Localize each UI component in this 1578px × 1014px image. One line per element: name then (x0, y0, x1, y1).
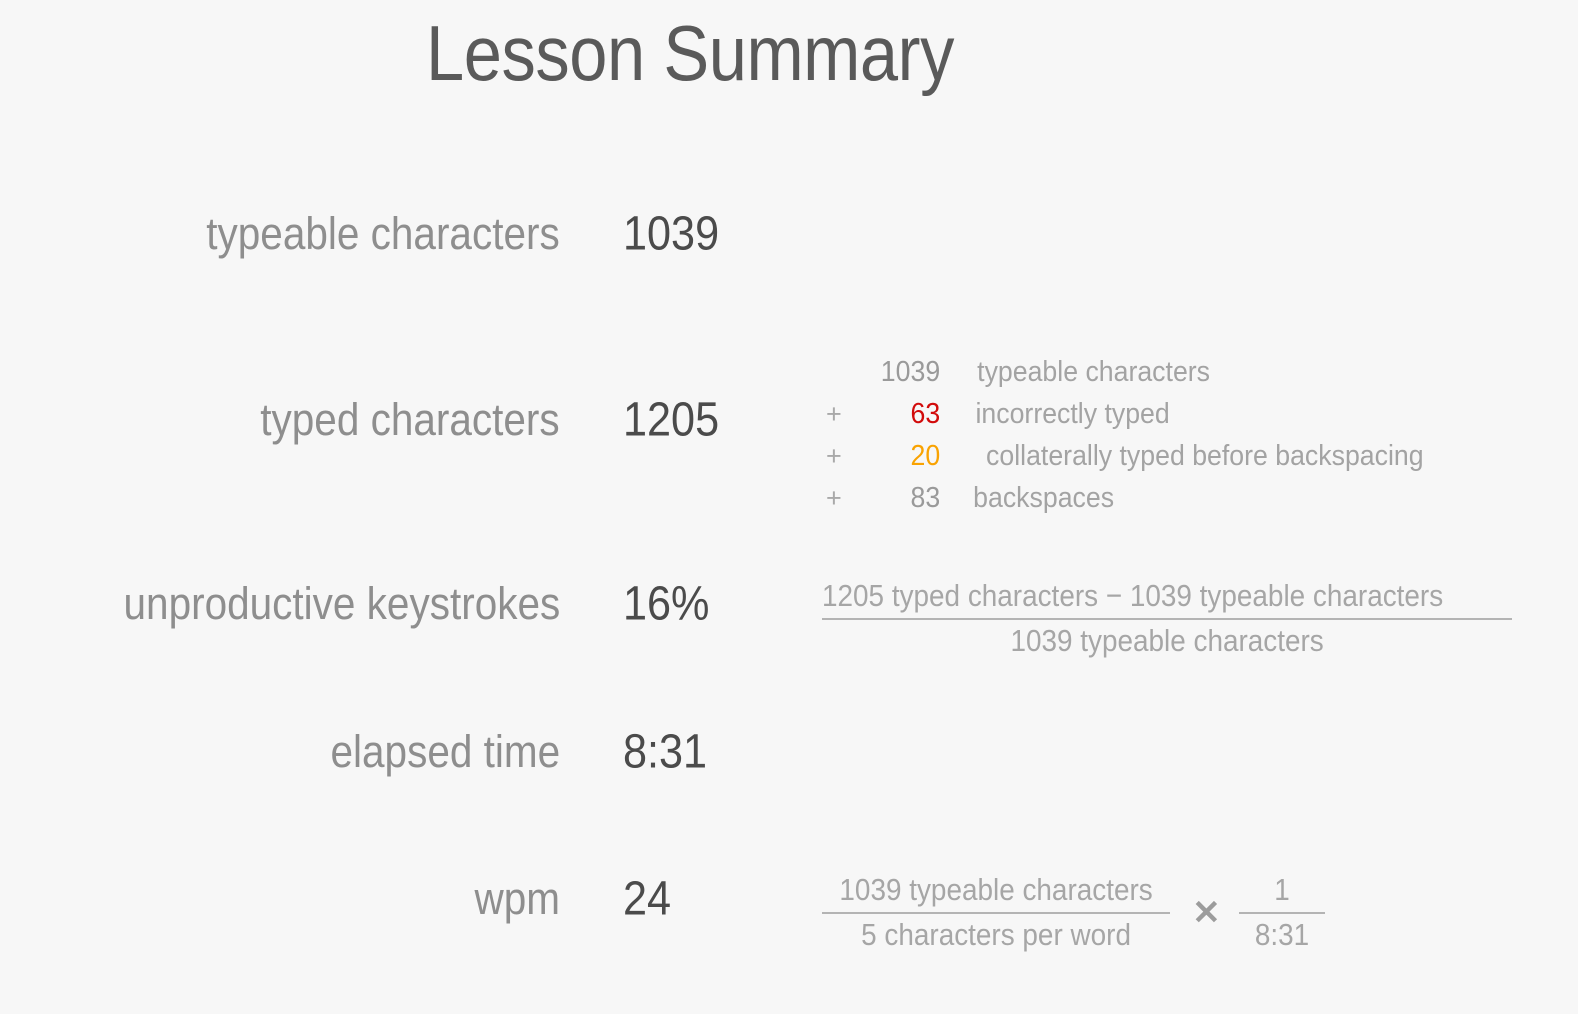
fraction-numerator: 1205 typed characters − 1039 typeable ch… (822, 578, 1444, 613)
breakdown-number: 63 (910, 398, 941, 430)
stat-label: wpm (474, 873, 560, 924)
stat-value: 24 (623, 872, 672, 926)
fraction-denominator: 1039 typeable characters (1010, 623, 1324, 658)
fraction-denominator: 8:31 (1254, 917, 1309, 952)
breakdown-operator: + (826, 441, 842, 471)
breakdown-label: incorrectly typed (975, 398, 1170, 430)
breakdown-number: 83 (910, 482, 941, 514)
wpm-formula: 1039 typeable characters 5 characters pe… (822, 872, 1325, 953)
wpm-characters-fraction: 1039 typeable characters 5 characters pe… (822, 872, 1171, 953)
stat-label: typed characters (260, 394, 560, 445)
breakdown-label: collaterally typed before backspacing (986, 440, 1424, 472)
stat-value: 1039 (623, 207, 720, 261)
unproductive-keystrokes-formula: 1205 typed characters − 1039 typeable ch… (822, 578, 1513, 659)
fraction-bar (822, 912, 1171, 914)
stat-value: 1205 (623, 393, 720, 447)
wpm-time-fraction: 1 8:31 (1238, 872, 1325, 953)
breakdown-row: + 83 backspaces (826, 482, 1466, 524)
fraction-bar (1238, 912, 1325, 914)
breakdown-row: + 63 incorrectly typed (826, 398, 1466, 440)
stat-value: 8:31 (623, 725, 708, 779)
breakdown-label: backspaces (973, 482, 1115, 514)
stat-label: typeable characters (206, 208, 560, 259)
breakdown-number: 20 (910, 440, 941, 472)
stat-label: unproductive keystrokes (123, 578, 560, 629)
fraction-denominator: 5 characters per word (861, 917, 1131, 952)
breakdown-label: typeable characters (977, 356, 1211, 388)
breakdown-operator: + (826, 399, 842, 429)
stat-label: elapsed time (330, 726, 560, 777)
breakdown-row: + 20 collaterally typed before backspaci… (826, 440, 1466, 482)
breakdown-operator: + (826, 483, 842, 513)
fraction-numerator: 1 (1273, 872, 1290, 907)
breakdown-row: 1039 typeable characters (826, 356, 1466, 398)
stat-value: 16% (623, 577, 710, 631)
typed-characters-breakdown: 1039 typeable characters + 63 incorrectl… (826, 356, 1466, 524)
fraction-bar (822, 618, 1513, 620)
breakdown-number: 1039 (880, 356, 941, 388)
multiply-icon: ✕ (1192, 893, 1221, 932)
page-title: Lesson Summary (426, 9, 954, 97)
fraction-numerator: 1039 typeable characters (839, 872, 1153, 907)
